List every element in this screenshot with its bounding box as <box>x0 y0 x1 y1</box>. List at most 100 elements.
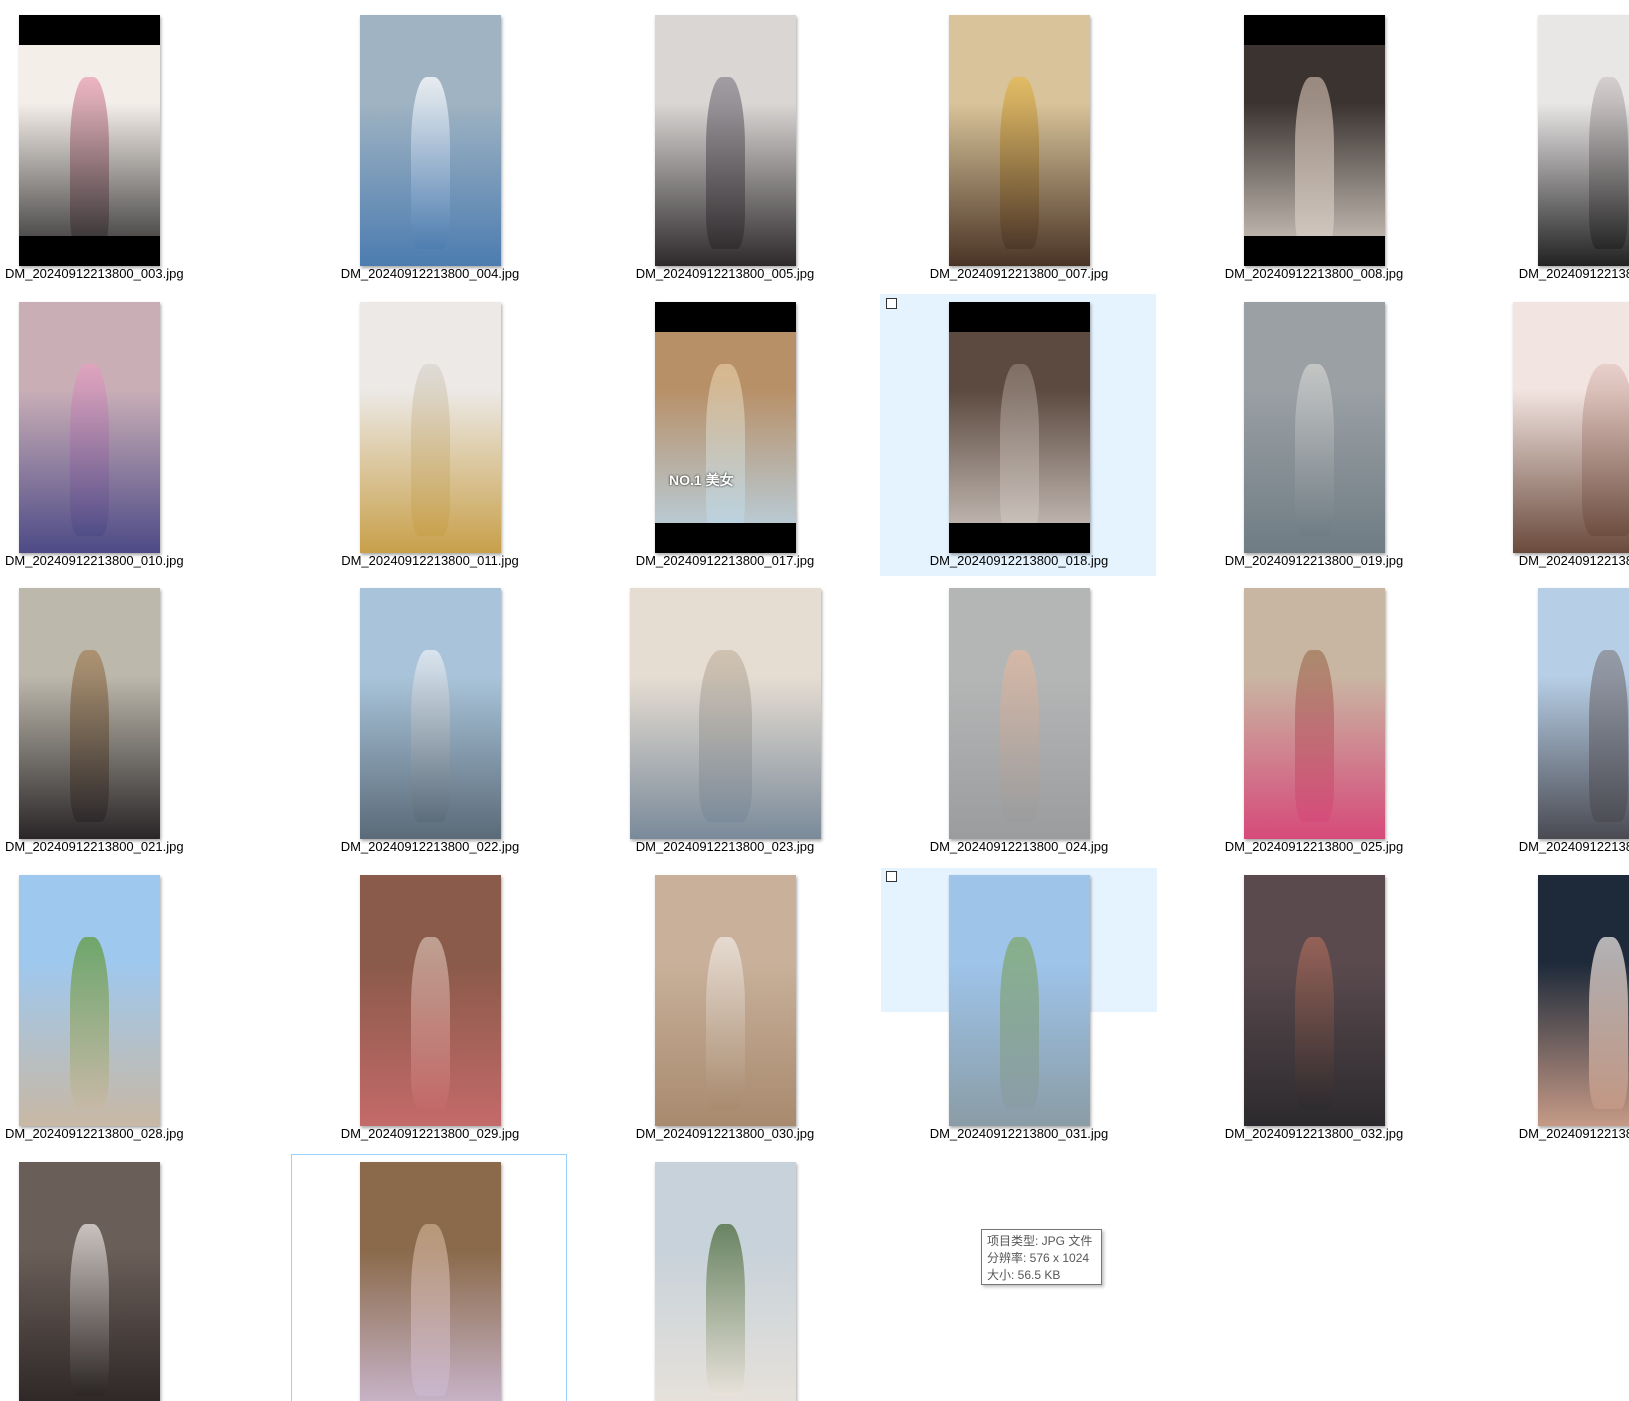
select-checkbox[interactable] <box>886 298 897 309</box>
person-silhouette <box>1295 77 1334 249</box>
thumbnail-image[interactable] <box>1513 302 1629 553</box>
file-name-label[interactable]: DM_20240912213800_026.jpg <box>1470 839 1629 854</box>
thumbnail-image[interactable] <box>19 1162 160 1401</box>
thumbnail-image[interactable] <box>19 588 160 839</box>
file-name-label[interactable]: DM_20240912213800_009.jpg <box>1470 266 1629 281</box>
person-silhouette <box>1000 937 1039 1109</box>
tooltip-resolution: 分辨率: 576 x 1024 <box>987 1251 1090 1265</box>
thumbnail-image[interactable] <box>655 1162 796 1401</box>
file-info-tooltip: 项目类型: JPG 文件 分辨率: 576 x 1024 大小: 56.5 KB <box>981 1229 1102 1285</box>
thumbnail-image[interactable] <box>360 15 501 266</box>
person-silhouette <box>70 364 109 536</box>
person-silhouette <box>706 1224 745 1396</box>
thumbnail-image[interactable] <box>19 15 160 266</box>
letterbox-bar-bottom <box>655 523 796 553</box>
file-name-label[interactable]: DM_20240912213800_007.jpg <box>881 266 1157 281</box>
thumbnail-image[interactable] <box>655 15 796 266</box>
file-tile[interactable]: DM_20240912213800_033.jpg <box>1469 867 1629 1149</box>
file-tile[interactable]: DM_20240912213800_028.jpg <box>0 867 272 1149</box>
thumbnail-image[interactable] <box>949 875 1090 1126</box>
file-name-label[interactable]: DM_20240912213800_011.jpg <box>292 553 568 568</box>
file-tile[interactable]: DM_20240912213800_024.jpg <box>880 580 1156 862</box>
file-tile[interactable]: DM_20240912213800_003.jpg <box>0 7 272 289</box>
file-name-label[interactable]: DM_20240912213800_033.jpg <box>1470 1126 1629 1141</box>
thumbnail-image[interactable] <box>655 875 796 1126</box>
file-name-label[interactable]: DM_20240912213800_018.jpg <box>881 553 1157 568</box>
thumbnail-image[interactable] <box>949 15 1090 266</box>
file-tile[interactable]: DM_20240912213800_032.jpg <box>1175 867 1451 1149</box>
thumbnail-image[interactable] <box>1244 875 1385 1126</box>
person-silhouette <box>706 364 745 536</box>
photo-overlay-text: NO.1 美女 <box>669 472 734 488</box>
thumbnail-image[interactable] <box>1244 302 1385 553</box>
person-silhouette <box>699 650 752 822</box>
file-name-label[interactable]: DM_20240912213800_003.jpg <box>5 266 281 281</box>
file-tile[interactable]: DM_20240912213800_029.jpg <box>291 867 567 1149</box>
file-tile[interactable]: DM_20240912213800_036.jpg <box>291 1154 567 1401</box>
thumbnail-image[interactable] <box>630 588 821 839</box>
thumbnail-image[interactable]: NO.1 美女 <box>655 302 796 553</box>
file-name-label[interactable]: DM_20240912213800_024.jpg <box>881 839 1157 854</box>
thumbnail-image[interactable] <box>949 588 1090 839</box>
file-name-label[interactable]: DM_20240912213800_029.jpg <box>292 1126 568 1141</box>
file-tile[interactable]: DM_20240912213800_022.jpg <box>291 580 567 862</box>
file-name-label[interactable]: DM_20240912213800_022.jpg <box>292 839 568 854</box>
file-tile[interactable]: DM_20240912213800_031.jpg <box>880 867 1157 1149</box>
file-tile[interactable]: DM_20240912213800_026.jpg <box>1469 580 1629 862</box>
person-silhouette <box>1000 650 1039 822</box>
file-name-label[interactable]: DM_20240912213800_010.jpg <box>5 553 281 568</box>
file-tile[interactable]: DM_20240912213800_034.jpg <box>0 1154 272 1401</box>
select-checkbox[interactable] <box>886 871 897 882</box>
file-name-label[interactable]: DM_20240912213800_017.jpg <box>587 553 863 568</box>
thumbnail-image[interactable] <box>360 588 501 839</box>
file-name-label[interactable]: DM_20240912213800_008.jpg <box>1176 266 1452 281</box>
thumbnail-image[interactable] <box>1538 875 1629 1126</box>
file-tile[interactable]: DM_20240912213800_010.jpg <box>0 294 272 576</box>
file-name-label[interactable]: DM_20240912213800_025.jpg <box>1176 839 1452 854</box>
file-name-label[interactable]: DM_20240912213800_020.jpg <box>1470 553 1629 568</box>
file-tile[interactable]: DM_20240912213800_018.jpg <box>880 294 1156 576</box>
file-name-label[interactable]: DM_20240912213800_028.jpg <box>5 1126 281 1141</box>
thumbnail-image[interactable] <box>19 302 160 553</box>
person-silhouette <box>70 1224 109 1396</box>
person-silhouette <box>1295 364 1334 536</box>
thumbnail-image[interactable] <box>1538 588 1629 839</box>
file-tile[interactable]: DM_20240912213800_030.jpg <box>586 867 862 1149</box>
person-silhouette <box>1582 364 1629 536</box>
file-tile[interactable]: DM_20240912213800_025.jpg <box>1175 580 1451 862</box>
file-name-label[interactable]: DM_20240912213800_023.jpg <box>587 839 863 854</box>
person-silhouette <box>411 1224 450 1396</box>
file-name-label[interactable]: DM_20240912213800_004.jpg <box>292 266 568 281</box>
person-silhouette <box>1589 650 1628 822</box>
file-tile[interactable]: DM_20240912213800_020.jpg <box>1469 294 1629 576</box>
person-silhouette <box>1589 77 1628 249</box>
file-name-label[interactable]: DM_20240912213800_032.jpg <box>1176 1126 1452 1141</box>
thumbnail-image[interactable] <box>19 875 160 1126</box>
file-name-label[interactable]: DM_20240912213800_005.jpg <box>587 266 863 281</box>
file-tile[interactable]: DM_20240912213800_008.jpg <box>1175 7 1451 289</box>
file-tile[interactable]: DM_20240912213800_021.jpg <box>0 580 272 862</box>
file-tile[interactable]: DM_20240912213800_011.jpg <box>291 294 567 576</box>
thumbnail-image[interactable] <box>360 1162 501 1401</box>
file-tile[interactable]: DM_20240912213800_007.jpg <box>880 7 1156 289</box>
file-tile[interactable]: DM_20240912213800_004.jpg <box>291 7 567 289</box>
file-name-label[interactable]: DM_20240912213800_031.jpg <box>881 1126 1157 1141</box>
file-tile[interactable]: DM_20240912213800_023.jpg <box>586 580 862 862</box>
person-silhouette <box>411 364 450 536</box>
thumbnail-image[interactable] <box>1244 15 1385 266</box>
thumbnail-image[interactable] <box>1244 588 1385 839</box>
thumbnail-image[interactable] <box>360 302 501 553</box>
file-tile[interactable]: DM_20240912213800_009.jpg <box>1469 7 1629 289</box>
thumbnail-image[interactable] <box>360 875 501 1126</box>
tooltip-size: 大小: 56.5 KB <box>987 1268 1061 1282</box>
file-name-label[interactable]: DM_20240912213800_021.jpg <box>5 839 281 854</box>
file-tile[interactable]: DM_20240912213800_019.jpg <box>1175 294 1451 576</box>
file-name-label[interactable]: DM_20240912213800_019.jpg <box>1176 553 1452 568</box>
file-tile[interactable]: NO.1 美女 DM_20240912213800_017.jpg <box>586 294 862 576</box>
file-name-label[interactable]: DM_20240912213800_030.jpg <box>587 1126 863 1141</box>
file-tile[interactable]: DM_20240912213800_005.jpg <box>586 7 862 289</box>
file-tile[interactable]: DM_20240912213800_037.jpg <box>586 1154 862 1401</box>
thumbnail-image[interactable] <box>1538 15 1629 266</box>
thumbnail-image[interactable] <box>949 302 1090 553</box>
letterbox-bar-top <box>1244 15 1385 45</box>
